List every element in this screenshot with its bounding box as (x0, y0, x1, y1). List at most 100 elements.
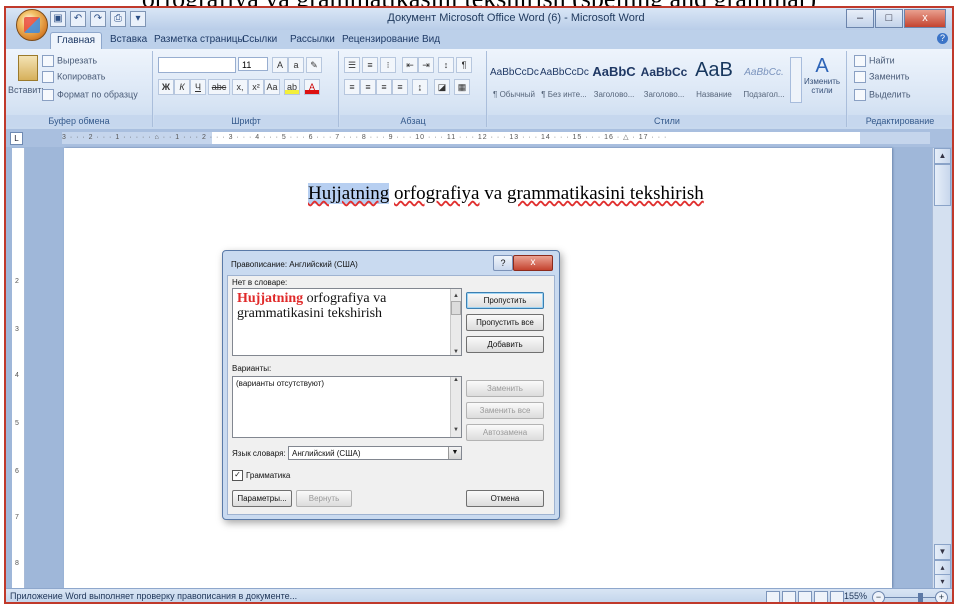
scroll-up-icon[interactable]: ▲ (934, 148, 951, 164)
borders-icon[interactable]: ▦ (454, 79, 470, 95)
copy-button[interactable]: Копировать (42, 71, 105, 83)
shading-icon[interactable]: ◪ (434, 79, 450, 95)
style-heading-2[interactable]: AaBbCc Заголово... (640, 57, 688, 101)
zoom-slider[interactable]: − + (872, 591, 948, 602)
cancel-button[interactable]: Отмена (466, 490, 544, 507)
find-button[interactable]: Найти (854, 55, 895, 67)
full-screen-view-icon[interactable] (782, 591, 796, 602)
undo-button[interactable]: Вернуть (296, 490, 352, 507)
align-right-icon[interactable]: ≡ (376, 79, 392, 95)
draft-view-icon[interactable] (830, 591, 844, 602)
help-icon[interactable]: ? (937, 33, 948, 44)
tab-review[interactable]: Рецензирование (336, 32, 425, 48)
change-case-button[interactable]: Aa (264, 79, 280, 95)
zoom-level[interactable]: 155% (844, 591, 867, 601)
dictionary-language-select[interactable]: Английский (США) ▼ (288, 446, 462, 460)
change-button[interactable]: Заменить (466, 380, 544, 397)
bullets-icon[interactable]: ☰ (344, 57, 360, 73)
multilevel-list-icon[interactable]: ⁝ (380, 57, 396, 73)
italic-button[interactable]: К (174, 79, 190, 95)
undo-icon[interactable]: ↶ (70, 11, 86, 27)
selected-word[interactable]: Hujjatning (308, 183, 390, 204)
decrease-indent-icon[interactable]: ⇤ (402, 57, 418, 73)
save-icon[interactable]: ▣ (50, 11, 66, 27)
align-center-icon[interactable]: ≡ (360, 79, 376, 95)
clear-format-icon[interactable]: ✎ (306, 57, 322, 73)
zoom-out-icon[interactable]: − (872, 591, 885, 602)
font-color-icon[interactable]: A (304, 79, 320, 95)
document-heading[interactable]: Hujjatning orfografiya va grammatikasini… (308, 183, 704, 205)
customize-qat-icon[interactable]: ▾ (130, 11, 146, 27)
maximize-button[interactable]: □ (875, 9, 903, 28)
line-spacing-icon[interactable]: ↨ (412, 79, 428, 95)
styles-scroll[interactable] (790, 57, 802, 103)
paste-button[interactable]: Вставить (8, 85, 46, 95)
show-marks-icon[interactable]: ¶ (456, 57, 472, 73)
select-button[interactable]: Выделить (854, 89, 911, 101)
not-in-dictionary-textbox[interactable]: Hujjatning orfografiya va grammatikasini… (232, 288, 462, 356)
ignore-all-button[interactable]: Пропустить все (466, 314, 544, 331)
scroll-down-icon[interactable]: ▼ (451, 345, 461, 355)
font-size-combo[interactable]: 11 (238, 57, 268, 71)
paste-icon[interactable] (18, 55, 38, 81)
style-heading-1[interactable]: AaBbC Заголово... (590, 57, 638, 101)
format-painter-button[interactable]: Формат по образцу (42, 89, 138, 101)
style-subtitle[interactable]: AaBbCc. Подзагол... (740, 57, 788, 101)
replace-button[interactable]: Заменить (854, 71, 909, 83)
ignore-once-button[interactable]: Пропустить (466, 292, 544, 309)
align-left-icon[interactable]: ≡ (344, 79, 360, 95)
underline-button[interactable]: Ч (190, 79, 206, 95)
grammar-checkbox[interactable]: ✓ (232, 470, 243, 481)
tab-references[interactable]: Ссылки (236, 32, 283, 48)
change-all-button[interactable]: Заменить все (466, 402, 544, 419)
strikethrough-button[interactable]: abc (208, 79, 230, 95)
dialog-help-button[interactable]: ? (493, 255, 513, 271)
redo-icon[interactable]: ↷ (90, 11, 106, 27)
print-icon[interactable]: ⎙ (110, 11, 126, 27)
tab-view[interactable]: Вид (416, 32, 446, 48)
chevron-down-icon[interactable]: ▼ (448, 447, 461, 459)
vertical-scrollbar[interactable]: ▲ ▼ ▴ ▾ (932, 148, 951, 590)
sort-icon[interactable]: ↕ (438, 57, 454, 73)
autocorrect-button[interactable]: Автозамена (466, 424, 544, 441)
scroll-thumb[interactable] (934, 164, 951, 206)
dialog-close-button[interactable]: x (513, 255, 553, 271)
print-layout-view-icon[interactable] (766, 591, 780, 602)
scroll-down-icon[interactable]: ▼ (934, 544, 951, 560)
zoom-thumb[interactable] (918, 593, 923, 602)
shrink-font-icon[interactable]: a (288, 57, 304, 73)
numbering-icon[interactable]: ≡ (362, 57, 378, 73)
suggestions-list[interactable]: (варианты отсутствуют) ▲ ▼ (232, 376, 462, 438)
options-button[interactable]: Параметры... (232, 490, 292, 507)
horizontal-ruler[interactable]: 3 · · · 2 · · · 1 · · · · · ⌂ · · 1 · · … (62, 132, 930, 144)
change-styles-button[interactable]: A Изменить стили (804, 55, 840, 105)
style-no-spacing[interactable]: AaBbCcDc ¶ Без инте... (540, 57, 589, 101)
tab-mailings[interactable]: Рассылки (284, 32, 341, 48)
bold-button[interactable]: Ж (158, 79, 174, 95)
style-normal[interactable]: AaBbCcDc ¶ Обычный (490, 57, 539, 101)
suggestions-scrollbar[interactable]: ▲ ▼ (450, 377, 461, 437)
increase-indent-icon[interactable]: ⇥ (418, 57, 434, 73)
superscript-button[interactable]: x² (248, 79, 264, 95)
close-button[interactable]: x (904, 9, 946, 28)
vertical-ruler[interactable]: 2345678 (12, 148, 25, 588)
outline-view-icon[interactable] (814, 591, 828, 602)
grow-font-icon[interactable]: A (272, 57, 288, 73)
subscript-button[interactable]: x, (232, 79, 248, 95)
tab-selector[interactable]: L (10, 132, 23, 145)
justify-icon[interactable]: ≡ (392, 79, 408, 95)
zoom-in-icon[interactable]: + (935, 591, 948, 602)
scroll-up-icon[interactable]: ▲ (451, 377, 461, 387)
tab-insert[interactable]: Вставка (104, 32, 153, 48)
add-to-dictionary-button[interactable]: Добавить (466, 336, 544, 353)
cut-button[interactable]: Вырезать (42, 55, 97, 67)
minimize-button[interactable]: – (846, 9, 874, 28)
office-button[interactable] (16, 9, 48, 41)
font-name-combo[interactable] (158, 57, 236, 73)
highlight-icon[interactable]: ab (284, 79, 300, 95)
style-title[interactable]: AaB Название (690, 57, 738, 101)
scroll-up-icon[interactable]: ▲ (451, 289, 461, 299)
textbox-scrollbar[interactable]: ▲ ▼ (450, 289, 461, 355)
web-layout-view-icon[interactable] (798, 591, 812, 602)
textbox-scroll-thumb[interactable] (451, 301, 461, 315)
